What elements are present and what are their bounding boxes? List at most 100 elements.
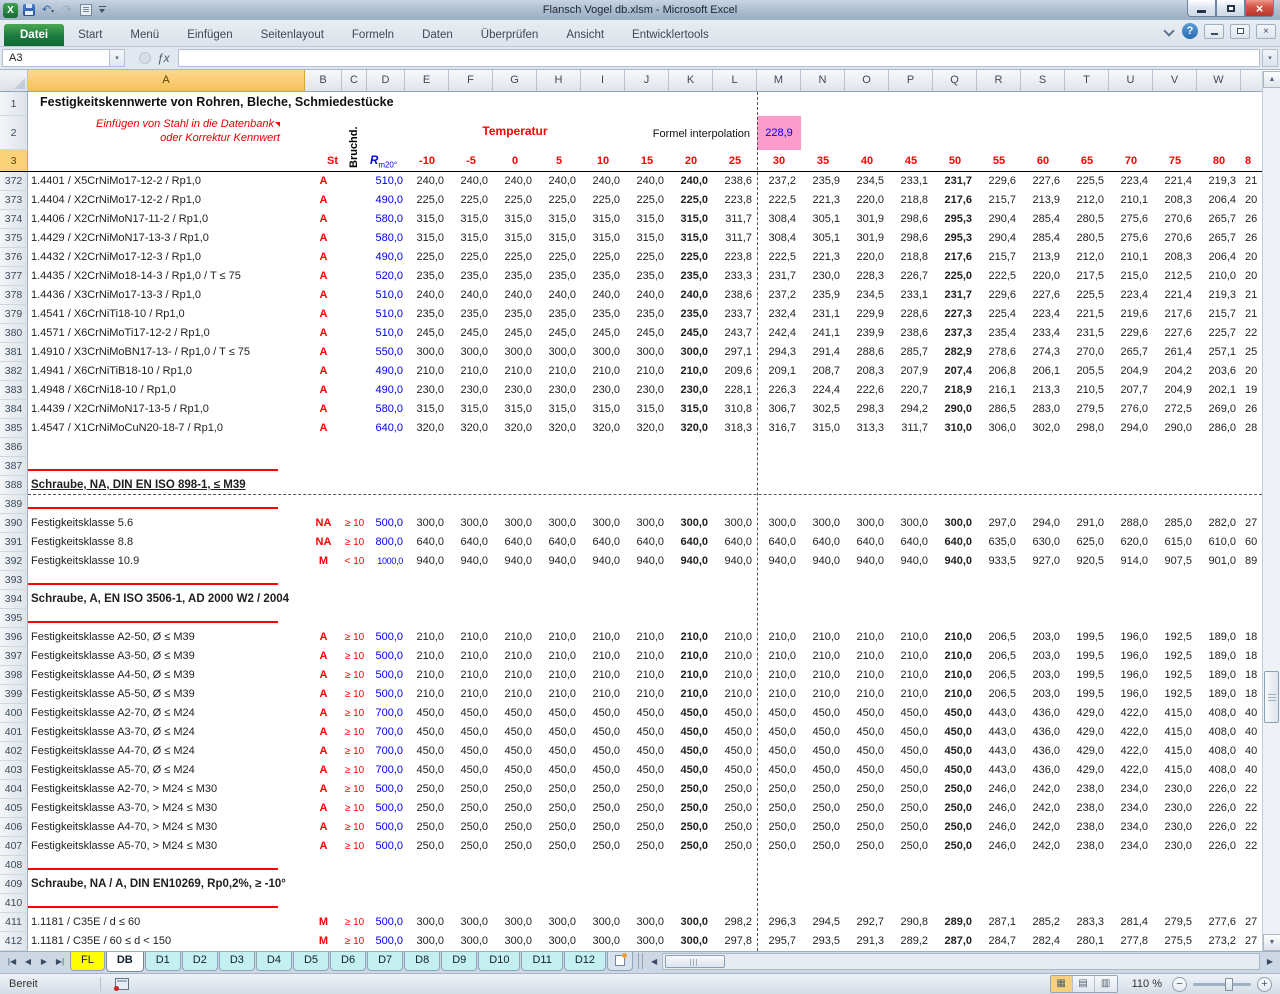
value-cell[interactable]: 318,3	[713, 419, 757, 438]
value-cell-partial[interactable]: 40	[1241, 761, 1262, 780]
value-cell[interactable]: 210,0	[537, 685, 581, 704]
value-cell[interactable]: 235,0	[625, 305, 669, 324]
value-cell[interactable]: 610,0	[1197, 533, 1241, 552]
value-cell[interactable]: 940,0	[845, 552, 889, 571]
value-cell[interactable]: 408,0	[1197, 704, 1241, 723]
value-cell[interactable]: 225,0	[933, 267, 977, 286]
value-cell[interactable]: 443,0	[977, 742, 1021, 761]
value-cell[interactable]: 290,4	[977, 229, 1021, 248]
workbook-minimize-button[interactable]	[1204, 24, 1224, 39]
st-cell[interactable]: A	[305, 837, 342, 856]
value-cell[interactable]: 240,0	[449, 172, 493, 191]
value-cell[interactable]: 210,0	[537, 628, 581, 647]
value-cell[interactable]: 222,5	[977, 267, 1021, 286]
value-cell[interactable]: 276,0	[1109, 400, 1153, 419]
value-cell[interactable]: 285,0	[1153, 514, 1197, 533]
value-cell[interactable]: 228,6	[889, 305, 933, 324]
value-cell[interactable]: 920,5	[1065, 552, 1109, 571]
st-cell[interactable]: M	[305, 913, 342, 932]
column-header-R[interactable]: R	[977, 70, 1021, 91]
value-cell[interactable]: 235,0	[449, 305, 493, 324]
value-cell[interactable]: 294,5	[801, 913, 845, 932]
value-cell[interactable]: 246,0	[977, 799, 1021, 818]
value-cell[interactable]: 275,5	[1153, 932, 1197, 951]
value-cell-partial[interactable]: 18	[1241, 685, 1262, 704]
material-name-cell[interactable]: 1.4436 / X3CrNiMo17-13-3 / Rp1,0	[28, 286, 305, 305]
value-cell[interactable]: 250,0	[845, 780, 889, 799]
value-cell[interactable]: 225,0	[405, 191, 449, 210]
sheet-tab-d8[interactable]: D8	[404, 952, 440, 971]
value-cell[interactable]: 225,0	[669, 248, 713, 267]
value-cell[interactable]: 284,7	[977, 932, 1021, 951]
value-cell[interactable]: 225,0	[449, 191, 493, 210]
temp-header-cell[interactable]: 0	[493, 150, 537, 172]
sheet-tab-d1[interactable]: D1	[145, 952, 181, 971]
value-cell[interactable]: 235,0	[405, 305, 449, 324]
value-cell[interactable]: 203,0	[1021, 685, 1065, 704]
value-cell[interactable]: 210,1	[1109, 248, 1153, 267]
value-cell[interactable]: 415,0	[1153, 742, 1197, 761]
value-cell[interactable]: 311,7	[713, 229, 757, 248]
value-cell[interactable]: 280,5	[1065, 210, 1109, 229]
row-header-381[interactable]: 381	[0, 343, 28, 362]
value-cell[interactable]: 450,0	[449, 704, 493, 723]
value-cell[interactable]: 436,0	[1021, 742, 1065, 761]
ribbon-tab-entwicklertools[interactable]: Entwicklertools	[618, 24, 723, 46]
material-name-cell[interactable]: Festigkeitsklasse 5.6	[28, 514, 305, 533]
value-cell[interactable]: 210,0	[537, 666, 581, 685]
value-cell[interactable]: 210,0	[933, 666, 977, 685]
value-cell[interactable]: 295,7	[757, 932, 801, 951]
empty-cell[interactable]	[28, 438, 1262, 457]
value-cell[interactable]: 215,7	[977, 191, 1021, 210]
column-header-N[interactable]: N	[801, 70, 845, 91]
value-cell[interactable]: 210,0	[757, 628, 801, 647]
value-cell[interactable]: 290,0	[1153, 419, 1197, 438]
value-cell[interactable]: 630,0	[1021, 533, 1065, 552]
value-cell[interactable]: 450,0	[933, 704, 977, 723]
value-cell[interactable]: 450,0	[493, 704, 537, 723]
value-cell[interactable]: 240,0	[625, 172, 669, 191]
value-cell[interactable]: 210,0	[493, 362, 537, 381]
value-cell[interactable]: 238,0	[1065, 799, 1109, 818]
bruchd-cell[interactable]	[342, 248, 367, 267]
value-cell[interactable]: 250,0	[845, 837, 889, 856]
value-cell[interactable]: 231,7	[933, 286, 977, 305]
rm20-cell[interactable]: 490,0	[367, 381, 405, 400]
value-cell[interactable]: 250,0	[669, 837, 713, 856]
value-cell[interactable]: 450,0	[801, 723, 845, 742]
value-cell[interactable]: 298,2	[713, 913, 757, 932]
value-cell[interactable]: 408,0	[1197, 742, 1241, 761]
value-cell[interactable]: 206,5	[977, 685, 1021, 704]
row-header-382[interactable]: 382	[0, 362, 28, 381]
sheet-tab-d10[interactable]: D10	[478, 952, 520, 971]
value-cell[interactable]: 218,8	[889, 248, 933, 267]
value-cell[interactable]: 450,0	[581, 742, 625, 761]
material-name-cell[interactable]: 1.4401 / X5CrNiMo17-12-2 / Rp1,0	[28, 172, 305, 191]
bruchd-cell[interactable]	[342, 210, 367, 229]
value-cell[interactable]: 234,0	[1109, 780, 1153, 799]
value-cell[interactable]: 223,8	[713, 191, 757, 210]
value-cell[interactable]: 250,0	[889, 780, 933, 799]
value-cell[interactable]: 250,0	[713, 837, 757, 856]
value-cell[interactable]: 315,0	[625, 400, 669, 419]
ribbon-tab-menü[interactable]: Menü	[116, 24, 173, 46]
ribbon-tab-start[interactable]: Start	[64, 24, 116, 46]
value-cell[interactable]: 450,0	[449, 742, 493, 761]
material-name-cell[interactable]: 1.4948 / X6CrNi18-10 / Rp1,0	[28, 381, 305, 400]
value-cell-partial[interactable]: 20	[1241, 362, 1262, 381]
value-cell[interactable]: 230,0	[625, 381, 669, 400]
value-cell-partial[interactable]: 18	[1241, 628, 1262, 647]
value-cell[interactable]: 240,0	[581, 172, 625, 191]
value-cell[interactable]: 450,0	[537, 723, 581, 742]
value-cell[interactable]: 233,1	[889, 172, 933, 191]
rm20-cell[interactable]: 510,0	[367, 305, 405, 324]
column-header-C[interactable]: C	[342, 70, 367, 91]
value-cell[interactable]: 240,0	[669, 172, 713, 191]
insert-worksheet-tab[interactable]	[607, 952, 633, 971]
row-header-377[interactable]: 377	[0, 267, 28, 286]
value-cell[interactable]: 933,5	[977, 552, 1021, 571]
row-header-411[interactable]: 411	[0, 913, 28, 932]
value-cell[interactable]: 250,0	[537, 799, 581, 818]
value-cell[interactable]: 213,9	[1021, 191, 1065, 210]
value-cell[interactable]: 215,0	[1109, 267, 1153, 286]
